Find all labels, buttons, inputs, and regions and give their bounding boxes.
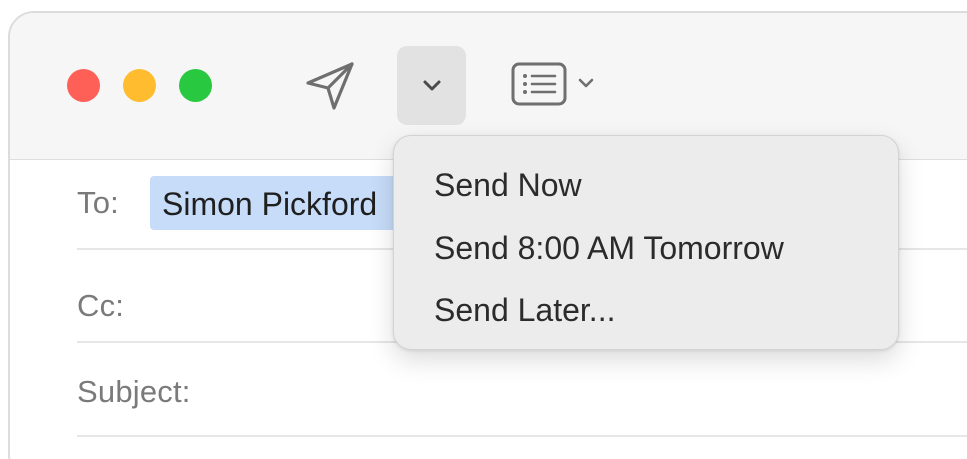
paper-plane-icon — [306, 62, 354, 110]
chevron-down-icon — [423, 80, 441, 91]
zoom-window-button[interactable] — [179, 69, 212, 102]
menu-item-send-tomorrow[interactable]: Send 8:00 AM Tomorrow — [434, 230, 784, 267]
send-options-button[interactable] — [397, 46, 466, 125]
minimize-window-button[interactable] — [123, 69, 156, 102]
close-window-button[interactable] — [67, 69, 100, 102]
format-bar-button[interactable] — [510, 59, 610, 111]
subject-label: Subject: — [77, 374, 191, 409]
menu-item-send-later[interactable]: Send Later... — [434, 292, 615, 329]
cc-label: Cc: — [77, 288, 125, 323]
recipient-name: Simon Pickford — [162, 186, 378, 222]
subject-field-row[interactable]: Subject: — [77, 343, 967, 437]
send-button[interactable] — [300, 55, 360, 115]
screenshot-stage: To: Simon Pickford Cc: Subject: Send Now… — [0, 0, 967, 459]
format-bar-icon — [511, 62, 594, 106]
send-options-menu: Send Now Send 8:00 AM Tomorrow Send Late… — [393, 135, 899, 350]
menu-item-send-now[interactable]: Send Now — [434, 167, 582, 204]
to-label: To: — [77, 185, 119, 220]
